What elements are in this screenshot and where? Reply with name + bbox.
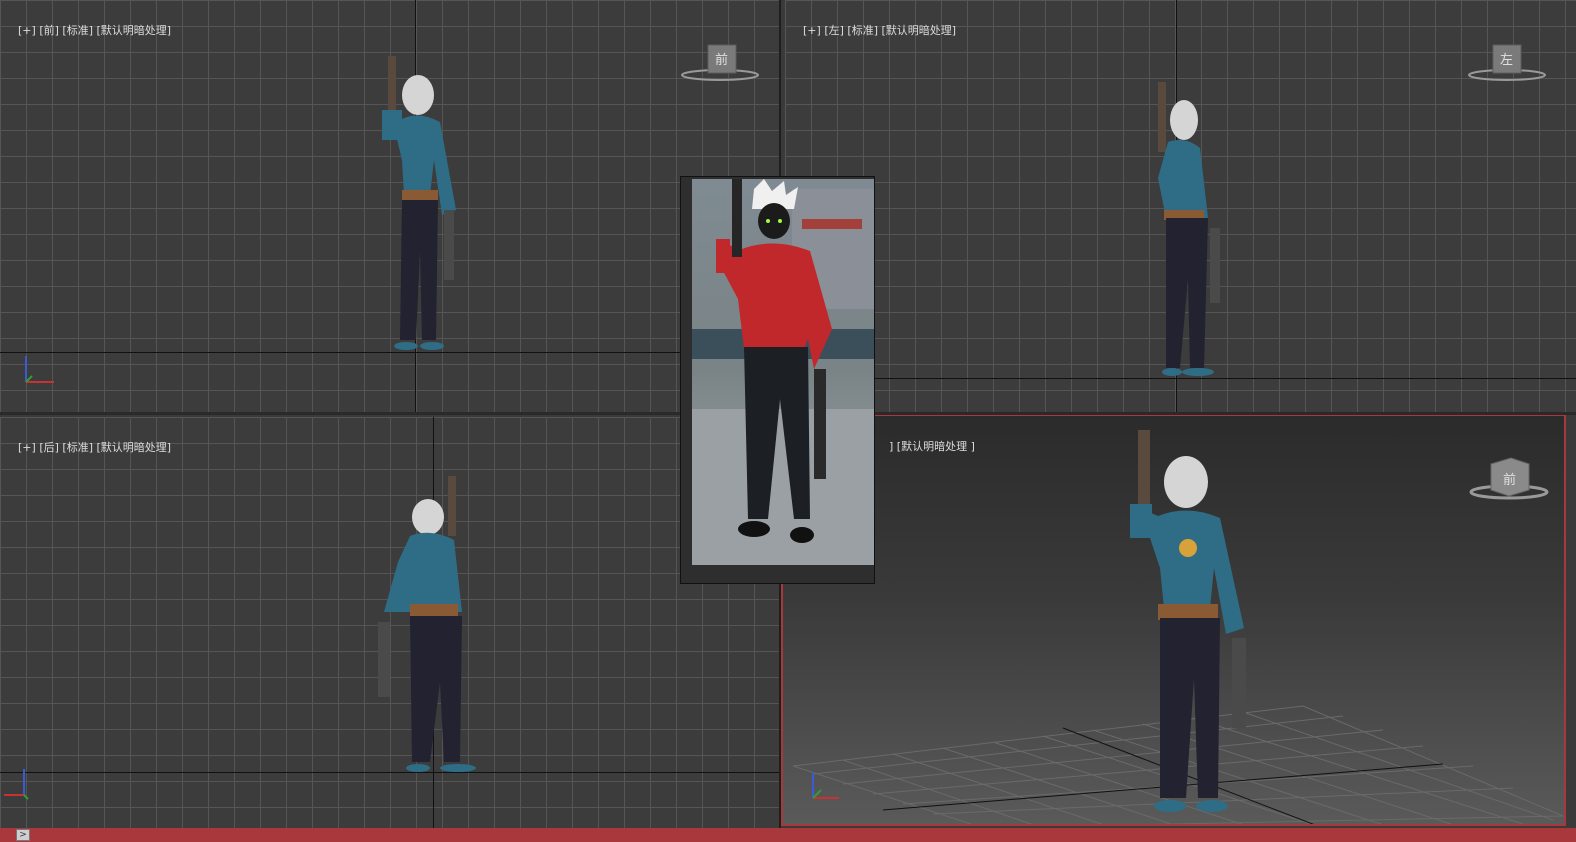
viewport-shading[interactable]: [默认明暗处理] <box>882 24 957 37</box>
status-bar: > <box>0 828 1576 842</box>
viewcube-face-label: 前 <box>1503 472 1516 488</box>
viewport-back-label[interactable]: [+] [后] [标准] [默认明暗处理] <box>4 426 171 468</box>
viewport-view-name[interactable]: [后] <box>39 441 59 454</box>
viewcube-icon[interactable]: 左 <box>1467 42 1547 82</box>
viewport-back[interactable]: [+] [后] [标准] [默认明暗处理] <box>0 417 779 828</box>
viewport-view-name[interactable]: [前] <box>39 24 59 37</box>
viewport-front[interactable]: [+] [前] [标准] [默认明暗处理] 前 <box>0 0 779 412</box>
viewport-view-name[interactable]: [左] <box>824 24 844 37</box>
viewport-left-label[interactable]: [+] [左] [标准] [默认明暗处理] <box>789 9 956 51</box>
character-model-perspective[interactable] <box>1108 428 1283 818</box>
viewport-front-label[interactable]: [+] [前] [标准] [默认明暗处理] <box>4 9 171 51</box>
viewport-shading[interactable]: ] [默认明暗处理 ] <box>889 440 975 453</box>
reference-image-panel[interactable] <box>680 176 875 584</box>
viewcube-face-label: 左 <box>1500 53 1513 68</box>
viewcube-face-label: 前 <box>715 52 728 68</box>
viewport-menu-plus[interactable]: [+] <box>803 24 821 37</box>
reference-image <box>692 179 874 565</box>
viewport-menu-plus[interactable]: [+] <box>18 441 36 454</box>
axis-gizmo-icon <box>4 769 29 800</box>
expand-arrow-icon[interactable]: > <box>16 829 30 841</box>
viewport-style[interactable]: [标准] <box>62 24 93 37</box>
viewport-perspective[interactable]: ] [默认明暗处理 ] 前 <box>781 414 1566 826</box>
viewport-shading[interactable]: [默认明暗处理] <box>97 24 172 37</box>
viewcube-icon[interactable]: 前 <box>1467 454 1551 502</box>
axis-gizmo-icon <box>25 356 54 383</box>
viewport-shading[interactable]: [默认明暗处理] <box>97 441 172 454</box>
character-model-back[interactable] <box>370 472 490 777</box>
viewport-left[interactable]: [+] [左] [标准] [默认明暗处理] 左 <box>785 0 1576 412</box>
viewport-style[interactable]: [标准] <box>62 441 93 454</box>
axis-gizmo-icon <box>812 772 839 799</box>
character-model-left[interactable] <box>1130 78 1240 383</box>
character-model-front[interactable] <box>360 50 490 360</box>
viewcube-icon[interactable]: 前 <box>680 42 760 82</box>
viewport-style[interactable]: [标准] <box>847 24 878 37</box>
viewport-menu-plus[interactable]: [+] <box>18 24 36 37</box>
viewport-perspective-label[interactable]: ] [默认明暗处理 ] <box>875 425 975 467</box>
